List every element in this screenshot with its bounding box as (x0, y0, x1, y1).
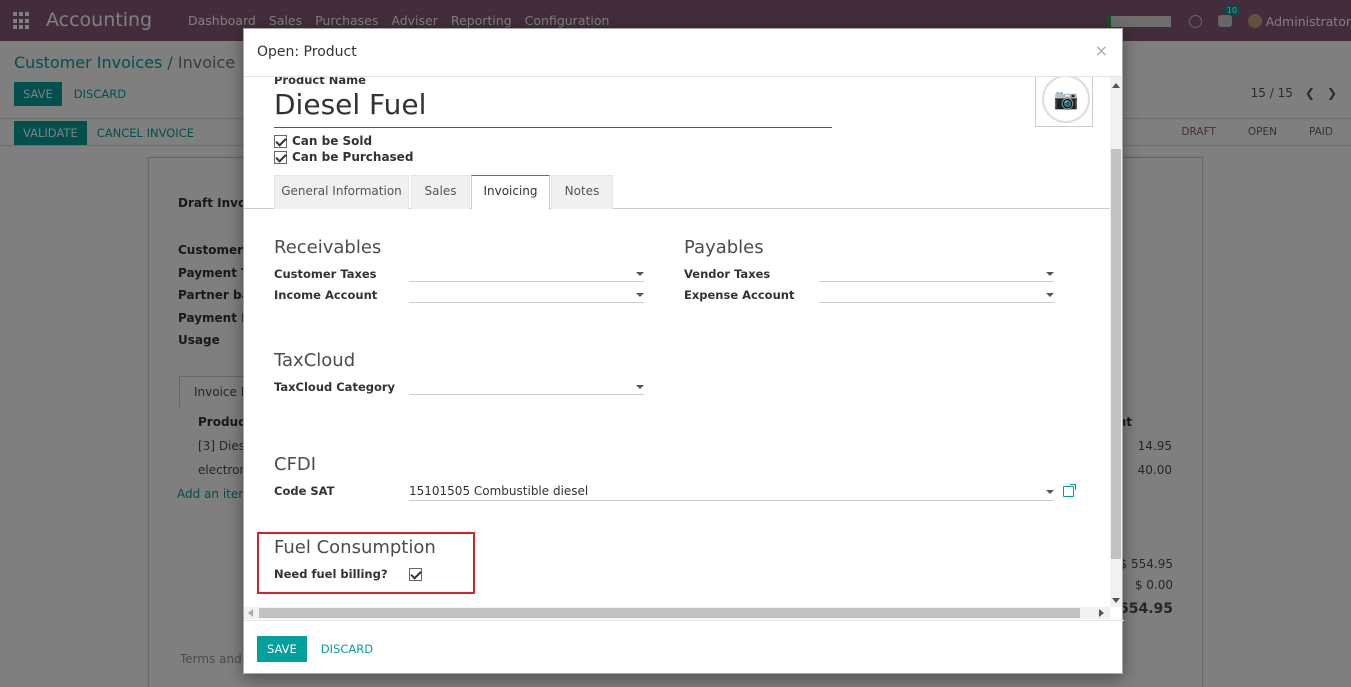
can-be-sold-row: Can be Sold (274, 134, 372, 148)
income-account-label: Income Account (274, 288, 378, 302)
vendor-taxes-select[interactable] (819, 267, 1054, 282)
can-be-sold-checkbox[interactable] (274, 134, 287, 148)
customer-taxes-label: Customer Taxes (274, 267, 377, 281)
code-sat-select[interactable]: 15101505 Combustible diesel (409, 484, 1054, 501)
vendor-taxes-label: Vendor Taxes (684, 267, 771, 281)
vertical-scrollbar[interactable] (1110, 77, 1122, 607)
chevron-down-icon (1046, 293, 1054, 297)
income-account-select[interactable] (409, 288, 644, 303)
taxcloud-category-label: TaxCloud Category (274, 380, 396, 394)
expense-account-select[interactable] (819, 288, 1054, 303)
taxcloud-title: TaxCloud (274, 350, 356, 371)
fuel-consumption-title: Fuel Consumption (274, 537, 436, 558)
scroll-down-icon[interactable] (1112, 598, 1120, 603)
need-fuel-billing-checkbox[interactable] (409, 568, 422, 581)
can-be-purchased-label: Can be Purchased (292, 150, 414, 164)
expense-account-label: Expense Account (684, 288, 795, 302)
customer-taxes-select[interactable] (409, 267, 644, 282)
product-name-input[interactable]: Diesel Fuel (274, 87, 832, 128)
camera-icon: 📷 (1042, 77, 1090, 123)
can-be-purchased-row: Can be Purchased (274, 150, 413, 164)
save-button[interactable]: SAVE (257, 636, 307, 662)
product-tabs: General Information Sales Invoicing Note… (244, 175, 1110, 210)
product-image[interactable]: 📷 (1035, 77, 1093, 127)
tab-sales[interactable]: Sales (411, 175, 470, 209)
scroll-left-icon[interactable] (248, 609, 253, 617)
dialog-body: Product Name Diesel Fuel 📷 Can be Sold C… (244, 77, 1124, 620)
chevron-down-icon (1046, 272, 1054, 276)
product-dialog: Open: Product × Product Name Diesel Fuel… (243, 28, 1124, 675)
can-be-sold-label: Can be Sold (292, 134, 373, 148)
cfdi-title: CFDI (274, 454, 317, 475)
can-be-purchased-checkbox[interactable] (274, 150, 287, 164)
chevron-down-icon (636, 385, 644, 389)
need-fuel-billing-label: Need fuel billing? (274, 567, 388, 581)
tab-notes[interactable]: Notes (551, 175, 613, 209)
vertical-scroll-thumb[interactable] (1111, 149, 1121, 559)
payables-title: Payables (684, 237, 764, 258)
dialog-footer: SAVE DISCARD (244, 620, 1124, 675)
dialog-title: Open: Product (257, 44, 357, 60)
external-link-icon[interactable] (1063, 484, 1076, 497)
discard-button[interactable]: DISCARD (321, 642, 373, 656)
code-sat-value: 15101505 Combustible diesel (409, 484, 589, 498)
chevron-down-icon (1046, 490, 1054, 494)
tab-invoicing[interactable]: Invoicing (471, 175, 550, 210)
horizontal-scroll-thumb[interactable] (259, 608, 1080, 618)
chevron-down-icon (636, 293, 644, 297)
close-icon[interactable]: × (1095, 41, 1108, 60)
code-sat-label: Code SAT (274, 484, 335, 498)
horizontal-scrollbar[interactable] (244, 607, 1110, 619)
taxcloud-category-select[interactable] (409, 380, 644, 395)
scroll-right-icon[interactable] (1099, 609, 1104, 617)
scroll-up-icon[interactable] (1112, 83, 1120, 88)
dialog-header: Open: Product × (244, 29, 1122, 77)
tab-general-information[interactable]: General Information (274, 175, 409, 209)
chevron-down-icon (636, 272, 644, 276)
receivables-title: Receivables (274, 237, 382, 258)
product-name-label: Product Name (274, 77, 366, 87)
